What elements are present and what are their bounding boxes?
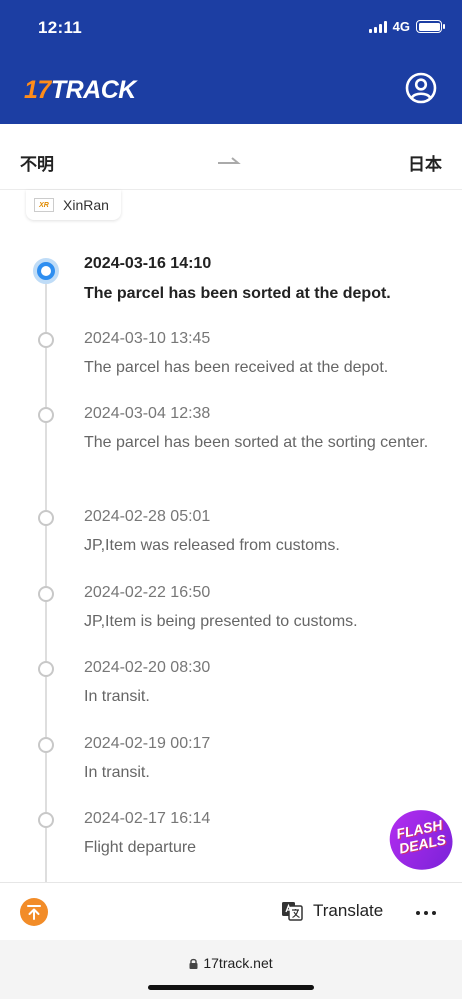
home-indicator[interactable] (148, 985, 314, 990)
url-text: 17track.net (203, 955, 273, 971)
translate-label: Translate (313, 901, 384, 920)
scroll-to-top-button[interactable] (20, 898, 48, 926)
event-time: 2024-03-16 14:10 (84, 255, 212, 272)
route-bar: 不明 日本 (0, 124, 462, 190)
status-dot (38, 812, 54, 828)
url-field[interactable]: 17track.net (0, 955, 462, 971)
app-header: 17TRACK (0, 58, 462, 124)
carrier-chip[interactable]: XR XinRan (26, 190, 121, 220)
active-status-dot (33, 258, 59, 284)
account-button[interactable] (405, 72, 437, 104)
status-indicators: 4G (368, 19, 445, 34)
arrow-right-icon (218, 157, 241, 164)
logo-text: TRACK (50, 76, 137, 104)
event-description: The parcel has been sorted at the depot. (84, 285, 391, 302)
lock-icon (189, 958, 198, 969)
timeline-line (45, 272, 47, 882)
status-dot (38, 332, 54, 348)
event-description: The parcel has been received at the depo… (84, 359, 389, 376)
translate-button[interactable]: Translate (281, 901, 383, 921)
status-dot (38, 661, 54, 677)
logo-number: 17 (24, 76, 51, 104)
status-dot (38, 510, 54, 526)
event-description: JP,Item was released from customs. (84, 537, 340, 554)
event-time: 2024-02-19 00:17 (84, 735, 211, 752)
17track-logo[interactable]: 17TRACK (24, 76, 136, 105)
network-label: 4G (392, 19, 410, 34)
event-time: 2024-02-28 05:01 (84, 508, 211, 525)
destination-country: 日本 (408, 155, 442, 174)
status-dot (38, 586, 54, 602)
event-description: JP,Item is being presented to customs. (84, 613, 358, 630)
event-time: 2024-02-17 16:14 (84, 810, 211, 827)
event-description: In transit. (84, 764, 150, 781)
event-time: 2024-03-10 13:45 (84, 330, 211, 347)
event-time: 2024-03-04 12:38 (84, 405, 211, 422)
translate-icon (282, 902, 303, 921)
flash-deals-badge[interactable]: FLASH DEALS (384, 804, 460, 876)
user-circle-icon (405, 72, 437, 104)
status-dot (38, 737, 54, 753)
event-time: 2024-02-20 08:30 (84, 659, 211, 676)
event-description: The parcel has been sorted at the sortin… (84, 434, 429, 451)
carrier-logo: XR (34, 198, 54, 212)
bottom-toolbar: Translate (0, 882, 462, 940)
carrier-name: XinRan (63, 197, 109, 213)
origin-country: 不明 (20, 155, 54, 174)
event-time: 2024-02-22 16:50 (84, 584, 211, 601)
status-bar: 12:11 4G (0, 0, 462, 58)
signal-icon (368, 20, 387, 33)
status-dot (38, 407, 54, 423)
status-time: 12:11 (38, 18, 83, 37)
arrow-to-top-icon (27, 905, 41, 920)
battery-icon (416, 20, 445, 33)
browser-address-bar: 17track.net (0, 940, 462, 999)
more-dots-icon[interactable] (416, 911, 436, 915)
event-description: In transit. (84, 688, 150, 705)
